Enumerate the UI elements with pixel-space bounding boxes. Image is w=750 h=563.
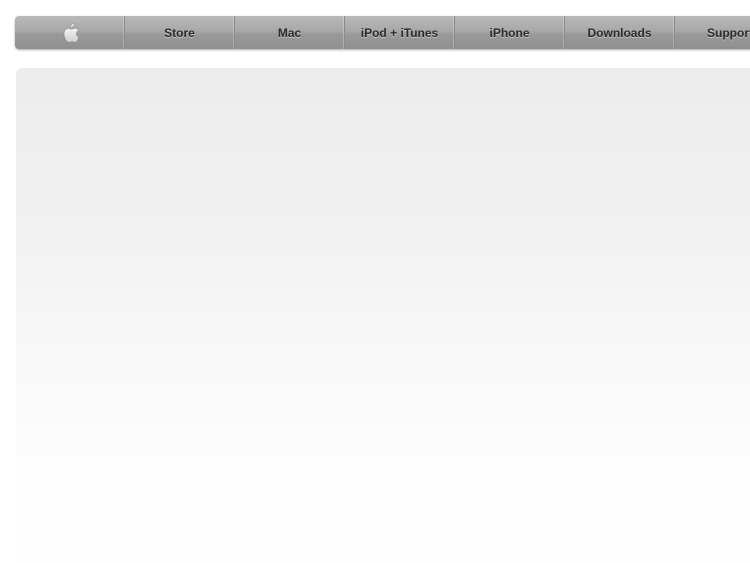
nav-item-apple-home[interactable]	[15, 16, 125, 49]
nav-item-store[interactable]: Store	[125, 16, 235, 49]
nav-item-support[interactable]: Support	[675, 16, 750, 49]
nav-item-ipod-itunes[interactable]: iPod + iTunes	[345, 16, 455, 49]
nav-item-iphone[interactable]: iPhone	[455, 16, 565, 49]
page: Store Mac iPod + iTunes iPhone Downloads…	[0, 0, 750, 563]
hero-panel	[16, 68, 750, 563]
nav-item-mac[interactable]: Mac	[235, 16, 345, 49]
nav-item-downloads[interactable]: Downloads	[565, 16, 675, 49]
apple-logo-icon	[63, 22, 79, 43]
global-nav: Store Mac iPod + iTunes iPhone Downloads…	[15, 16, 750, 49]
